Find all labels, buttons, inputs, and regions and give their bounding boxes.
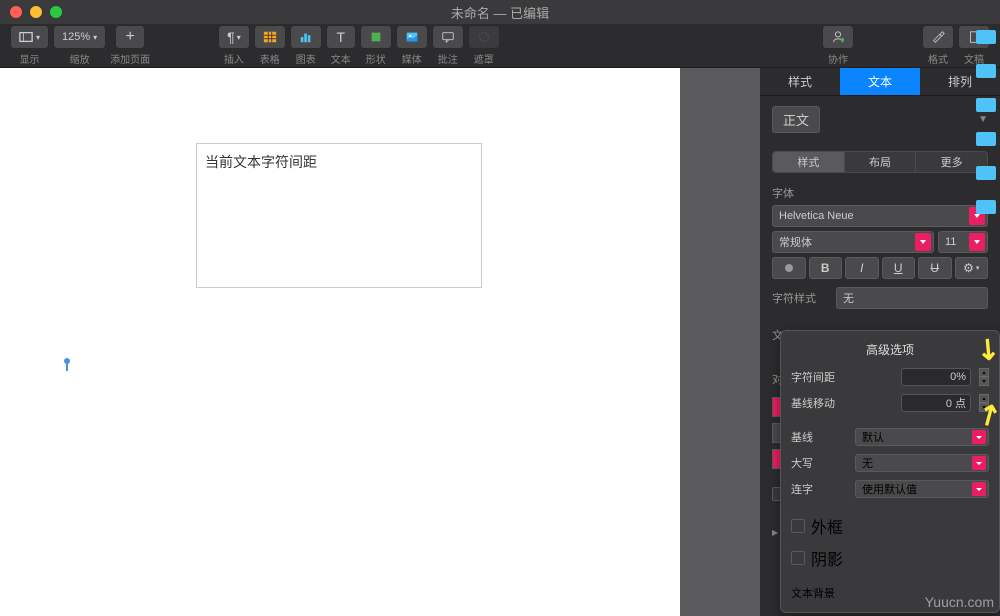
mask-icon: [477, 30, 491, 44]
plus-icon: +: [126, 28, 135, 46]
mask-button[interactable]: [468, 25, 500, 49]
table-button[interactable]: [254, 25, 286, 49]
zoom-label: 缩放: [70, 51, 90, 66]
ligature-label: 连字: [791, 481, 847, 497]
strikethrough-button[interactable]: U: [918, 257, 952, 279]
window-title: 未命名 — 已编辑: [451, 3, 549, 22]
add-page-button[interactable]: +: [115, 25, 145, 49]
folder-icon: [976, 166, 996, 180]
close-window-button[interactable]: [10, 6, 22, 18]
chevron-down-icon: [972, 456, 986, 470]
char-spacing-label: 字符间距: [791, 369, 847, 385]
char-style-dropdown[interactable]: 无: [836, 287, 988, 309]
text-icon: T: [336, 29, 345, 45]
folder-icon: [976, 200, 996, 214]
text-box[interactable]: 当前文本字符间距: [196, 143, 482, 288]
shape-button[interactable]: [360, 25, 392, 49]
maximize-window-button[interactable]: [50, 6, 62, 18]
folder-icon: [976, 98, 996, 112]
view-button[interactable]: ▾: [10, 25, 49, 49]
seg-style[interactable]: 样式: [773, 152, 845, 172]
zoom-button[interactable]: 125%▾: [53, 25, 106, 49]
bold-button[interactable]: B: [809, 257, 843, 279]
collab-icon: [831, 30, 845, 44]
collab-button[interactable]: [822, 25, 854, 49]
capitalize-dropdown[interactable]: 无: [855, 454, 989, 472]
toolbar: ▾ 显示 125%▾ 缩放 + 添加页面 ¶▾ 插入 表格 图表 T 文本: [0, 24, 1000, 68]
media-button[interactable]: [396, 25, 428, 49]
desktop-folders: [976, 30, 996, 214]
tab-style[interactable]: 样式: [760, 68, 840, 95]
tab-text[interactable]: 文本: [840, 68, 920, 95]
baseline-dropdown[interactable]: 默认: [855, 428, 989, 446]
advanced-options-popover: 高级选项 字符间距 ▴▾ 基线移动 ▴▾ 基线 默认 大写 无 连字 使用默认值…: [780, 330, 1000, 613]
titlebar: 未命名 — 已编辑: [0, 0, 1000, 24]
comment-button[interactable]: [432, 25, 464, 49]
char-spacing-input[interactable]: [901, 368, 971, 386]
char-style-label: 字符样式: [772, 290, 828, 306]
gear-icon: ⚙: [963, 261, 974, 275]
text-button[interactable]: T: [326, 25, 356, 49]
outline-checkbox[interactable]: [791, 519, 805, 533]
outline-label: 外框: [811, 514, 843, 538]
minimize-window-button[interactable]: [30, 6, 42, 18]
comment-icon: [441, 30, 455, 44]
folder-icon: [976, 132, 996, 146]
seg-layout[interactable]: 布局: [845, 152, 917, 172]
sidebar-tabs: 样式 文本 排列: [760, 68, 1000, 96]
font-size-dropdown[interactable]: 11: [938, 231, 988, 253]
text-section-segmented: 样式 布局 更多: [772, 151, 988, 173]
chart-icon: [299, 30, 313, 44]
baseline-label: 基线: [791, 429, 847, 445]
window-controls: [10, 6, 62, 18]
text-bg-label: 文本背景: [791, 588, 835, 600]
media-icon: [405, 30, 419, 44]
chevron-down-icon: [969, 233, 985, 251]
shape-icon: [369, 30, 383, 44]
shadow-label: 阴影: [811, 546, 843, 570]
capitalize-label: 大写: [791, 455, 847, 471]
view-icon: [19, 30, 33, 44]
format-button[interactable]: [922, 25, 954, 49]
font-section-label: 字体: [772, 185, 988, 201]
table-icon: [263, 30, 277, 44]
baseline-shift-input[interactable]: [901, 394, 971, 412]
chart-button[interactable]: [290, 25, 322, 49]
font-style-dropdown[interactable]: 常规体: [772, 231, 934, 253]
underline-button[interactable]: U: [882, 257, 916, 279]
popover-title: 高级选项: [791, 341, 989, 358]
folder-icon: [976, 30, 996, 44]
baseline-shift-label: 基线移动: [791, 395, 847, 411]
add-page-label: 添加页面: [110, 51, 150, 66]
font-family-dropdown[interactable]: Helvetica Neue: [772, 205, 988, 227]
char-spacing-stepper[interactable]: ▴▾: [979, 368, 989, 386]
advanced-options-button[interactable]: ⚙▾: [955, 257, 989, 279]
chevron-down-icon: [972, 482, 986, 496]
watermark: Yuucn.com: [925, 594, 994, 610]
document-canvas[interactable]: 当前文本字符间距: [0, 68, 680, 616]
paragraph-style-selector[interactable]: 正文 ▼: [760, 96, 1000, 143]
spacing-disclosure[interactable]: ▶: [772, 528, 778, 537]
shadow-checkbox[interactable]: [791, 551, 805, 565]
paragraph-icon: ¶: [227, 29, 235, 45]
folder-icon: [976, 64, 996, 78]
chevron-down-icon: [915, 233, 931, 251]
view-label: 显示: [20, 51, 40, 66]
color-dot-icon: [785, 264, 793, 272]
chevron-down-icon: [972, 430, 986, 444]
ligature-dropdown[interactable]: 使用默认值: [855, 480, 989, 498]
insert-button[interactable]: ¶▾: [218, 25, 250, 49]
brush-icon: [931, 30, 945, 44]
italic-button[interactable]: I: [845, 257, 879, 279]
color-button[interactable]: [772, 257, 806, 279]
insertion-cursor: [64, 358, 70, 368]
